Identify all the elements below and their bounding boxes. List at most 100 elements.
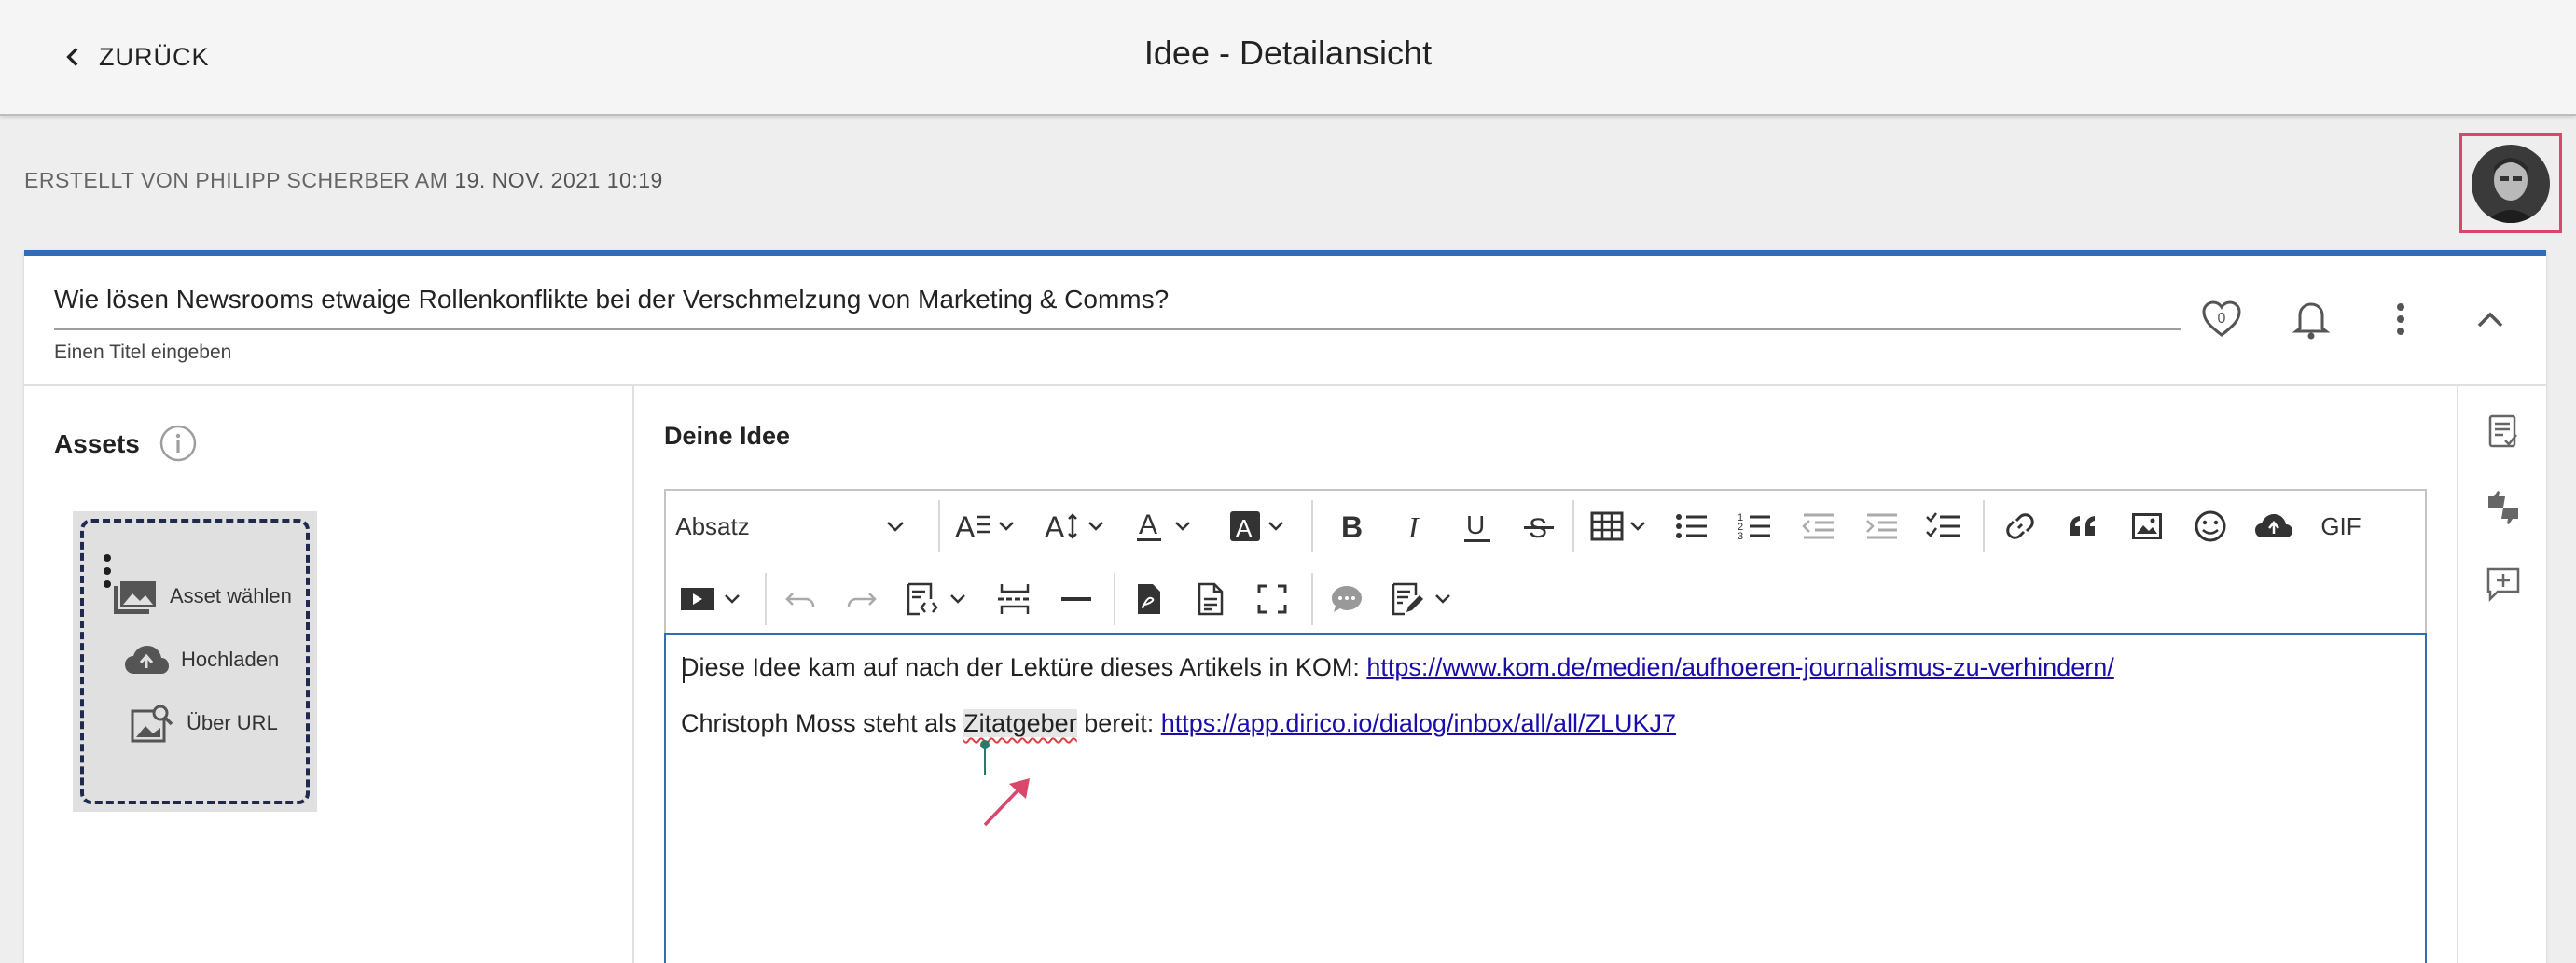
title-hint: Einen Titel eingeben: [54, 342, 232, 363]
chevron-up-icon: [2477, 312, 2503, 328]
checklist-note-icon[interactable]: [2483, 411, 2524, 452]
document-icon: [1198, 582, 1224, 616]
track-changes-button[interactable]: [1386, 577, 1461, 621]
image-icon: [2132, 513, 2162, 539]
add-comment-icon[interactable]: [2483, 564, 2524, 605]
outdent-button[interactable]: [1796, 504, 1841, 549]
horizontal-line-button[interactable]: [1054, 577, 1099, 621]
svg-text:U: U: [1466, 510, 1485, 539]
gif-button[interactable]: GIF: [2315, 504, 2367, 549]
editor-line-2: Christoph Moss steht als Zitatgeber bere…: [681, 709, 1676, 738]
checklist-icon: [1926, 512, 1960, 537]
pdf-icon: [1138, 584, 1160, 614]
created-by-info: ERSTELLT VON PHILIPP SCHERBER AM 19. NOV…: [24, 168, 663, 193]
table-button[interactable]: [1587, 504, 1655, 549]
info-icon[interactable]: [159, 424, 198, 463]
cloud-upload-icon: [2255, 514, 2292, 537]
redo-button[interactable]: [839, 577, 884, 621]
table-icon: [1590, 511, 1645, 541]
bold-button[interactable]: B: [1330, 504, 1375, 549]
font-color-icon: A: [1137, 509, 1190, 541]
more-options-button[interactable]: [2378, 297, 2423, 342]
upload-label: Hochladen: [181, 648, 280, 671]
toolbar-row-2: [666, 564, 2425, 635]
via-url-button[interactable]: Über URL: [129, 704, 278, 743]
insert-image-button[interactable]: [2125, 504, 2169, 549]
upload-file-button[interactable]: [2251, 504, 2296, 549]
italic-button[interactable]: I: [1393, 504, 1438, 549]
title-underline: [54, 328, 2181, 330]
comment-icon: [1332, 586, 1362, 612]
toolbar-separator: [1572, 500, 1574, 552]
track-changes-icon: [1392, 582, 1450, 616]
image-folder-icon: [114, 579, 158, 614]
toolbar-separator: [1311, 573, 1313, 625]
svg-text:A: A: [1139, 509, 1157, 540]
strikethrough-button[interactable]: S: [1517, 504, 1561, 549]
export-word-button[interactable]: [1188, 577, 1233, 621]
todo-list-button[interactable]: [1921, 504, 1966, 549]
emoji-icon: [2195, 510, 2226, 542]
image-search-icon: [131, 705, 173, 743]
italic-icon: I: [1407, 510, 1420, 544]
paragraph-style-select[interactable]: Absatz: [666, 504, 927, 549]
toolbar-row-1: Absatz A A A A B I U S 1 2 3 GIF: [666, 491, 2425, 562]
strikethrough-icon: S: [1524, 513, 1554, 544]
link-button[interactable]: [1998, 504, 2043, 549]
avatar[interactable]: [2472, 144, 2550, 223]
line1-text: Diese Idee kam auf nach der Lektüre dies…: [681, 653, 1367, 681]
chevron-down-icon: [887, 522, 904, 532]
horizontal-line-icon: [1061, 597, 1091, 601]
line2-text-before: Christoph Moss steht als: [681, 709, 964, 737]
dirico-dialog-link[interactable]: https://app.dirico.io/dialog/inbox/all/a…: [1161, 709, 1676, 737]
source-code-icon: [907, 582, 965, 616]
toolbar-separator: [1311, 500, 1313, 552]
avatar-highlight[interactable]: [2459, 133, 2562, 233]
font-size-button[interactable]: A: [1037, 504, 1114, 549]
highlighted-word[interactable]: Zitatgeber: [963, 709, 1077, 737]
side-actions-panel: [2457, 386, 2546, 963]
annotation-arrow-icon: [980, 740, 1030, 827]
like-count: 0: [2218, 311, 2226, 327]
undo-button[interactable]: [778, 577, 823, 621]
export-pdf-button[interactable]: [1127, 577, 1171, 621]
background-color-icon: A: [1230, 511, 1283, 542]
font-family-button[interactable]: A: [948, 504, 1024, 549]
font-color-button[interactable]: A: [1132, 504, 1199, 549]
emoji-button[interactable]: [2188, 504, 2233, 549]
idea-editor[interactable]: Diese Idee kam auf nach der Lektüre dies…: [664, 633, 2427, 963]
numbered-list-button[interactable]: 123: [1733, 504, 1778, 549]
asset-dropzone[interactable]: Asset wählen Hochladen Über URL: [73, 511, 317, 812]
insert-media-button[interactable]: [675, 577, 750, 621]
fullscreen-button[interactable]: [1250, 577, 1295, 621]
assets-panel: Assets Asset wählen Hochladen Über URL: [24, 386, 634, 963]
blockquote-button[interactable]: [2061, 504, 2106, 549]
indent-button[interactable]: [1860, 504, 1904, 549]
more-vertical-icon[interactable]: [103, 554, 112, 588]
idea-title-input[interactable]: [54, 286, 2181, 314]
background-color-button[interactable]: A: [1226, 504, 1293, 549]
underline-button[interactable]: U: [1455, 504, 1500, 549]
page-title: Idee - Detailansicht: [1143, 34, 1433, 72]
heart-icon: 0: [2202, 300, 2241, 337]
kom-article-link[interactable]: https://www.kom.de/medien/aufhoeren-jour…: [1366, 653, 2113, 681]
like-button[interactable]: 0: [2199, 297, 2244, 342]
redo-icon: [847, 593, 877, 607]
upload-button[interactable]: Hochladen: [123, 640, 279, 679]
editor-line-1: Diese Idee kam auf nach der Lektüre dies…: [681, 653, 2114, 682]
font-size-icon: A: [1045, 510, 1103, 544]
outdent-icon: [1802, 513, 1834, 539]
svg-text:3: 3: [1738, 531, 1743, 542]
page-break-button[interactable]: [992, 577, 1037, 621]
notification-button[interactable]: [2289, 297, 2334, 342]
source-code-button[interactable]: [901, 577, 976, 621]
via-url-label: Über URL: [187, 711, 278, 734]
toolbar-separator: [765, 573, 767, 625]
thumbs-up-down-icon[interactable]: [2483, 487, 2524, 528]
quote-icon: [2070, 516, 2095, 536]
comment-button[interactable]: [1324, 577, 1369, 621]
more-vertical-icon: [2397, 303, 2404, 335]
collapse-button[interactable]: [2468, 297, 2513, 342]
bullet-list-button[interactable]: [1669, 504, 1714, 549]
asset-select-button[interactable]: Asset wählen: [112, 577, 292, 616]
